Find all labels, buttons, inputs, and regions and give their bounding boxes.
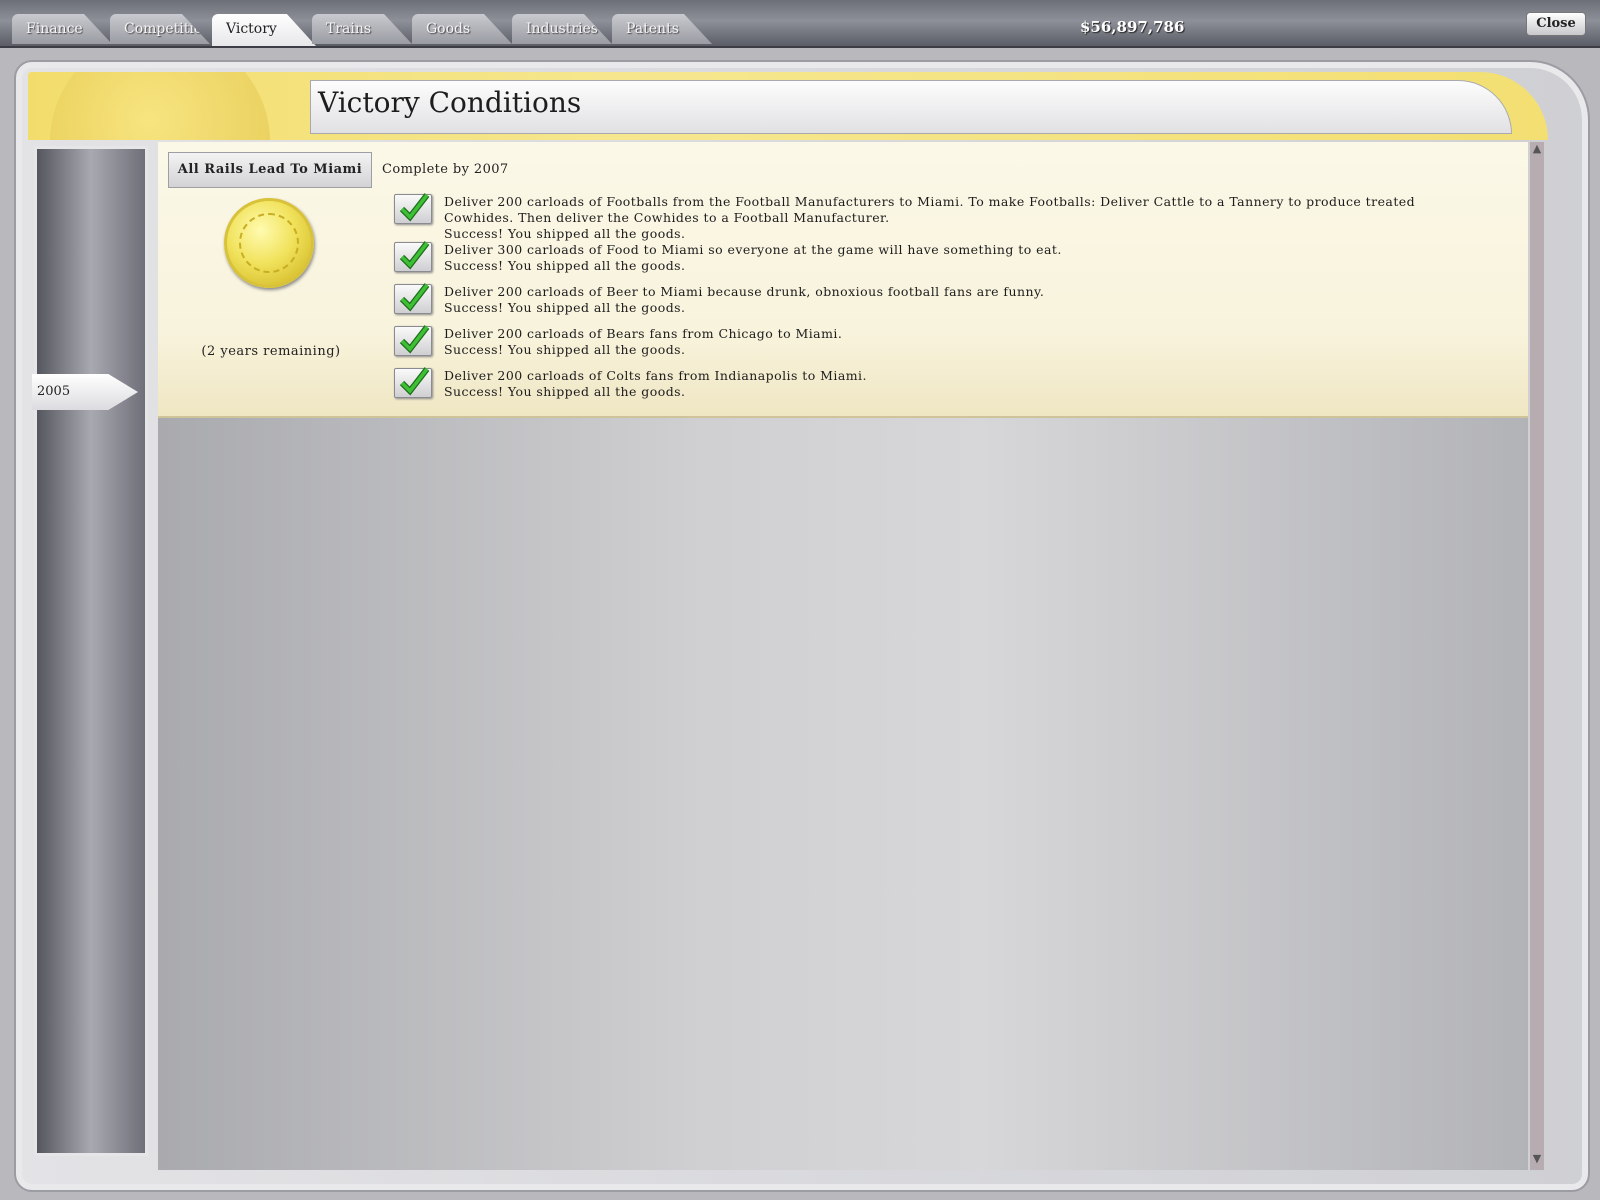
years-remaining: (2 years remaining) bbox=[201, 344, 341, 359]
year-timeline[interactable] bbox=[34, 146, 148, 1156]
condition-text: Deliver 200 carloads of Bears fans from … bbox=[444, 326, 1464, 358]
checkmark-icon bbox=[394, 283, 432, 314]
medal-watermark-icon bbox=[50, 72, 270, 140]
scenario-name-button[interactable]: All Rails Lead To Miami bbox=[168, 152, 372, 188]
condition-description: Deliver 300 carloads of Food to Miami so… bbox=[444, 242, 1062, 257]
tab-competition[interactable]: Competition bbox=[110, 14, 210, 44]
condition-description: Deliver 200 carloads of Colts fans from … bbox=[444, 368, 867, 383]
tab-goods[interactable]: Goods bbox=[412, 14, 512, 44]
gold-medal-icon bbox=[224, 198, 314, 288]
tab-patents[interactable]: Patents bbox=[612, 14, 712, 44]
checkmark-icon bbox=[394, 193, 432, 224]
tab-trains[interactable]: Trains bbox=[312, 14, 412, 44]
condition-status: Success! You shipped all the goods. bbox=[444, 342, 686, 357]
condition-text: Deliver 200 carloads of Footballs from t… bbox=[444, 194, 1464, 242]
condition-status: Success! You shipped all the goods. bbox=[444, 258, 686, 273]
tab-victory[interactable]: Victory bbox=[212, 14, 316, 46]
condition-text: Deliver 200 carloads of Beer to Miami be… bbox=[444, 284, 1464, 316]
scrollbar[interactable] bbox=[1530, 142, 1544, 1170]
condition-text: Deliver 300 carloads of Food to Miami so… bbox=[444, 242, 1464, 274]
condition-status: Success! You shipped all the goods. bbox=[444, 226, 686, 241]
condition-description: Deliver 200 carloads of Beer to Miami be… bbox=[444, 284, 1045, 299]
top-tab-bar: Finance Competition Victory Trains Goods… bbox=[0, 0, 1600, 48]
cash-balance: $56,897,786 bbox=[1080, 18, 1185, 36]
deadline-text: Complete by 2007 bbox=[382, 162, 509, 177]
condition-status: Success! You shipped all the goods. bbox=[444, 384, 686, 399]
medal-rim bbox=[239, 213, 299, 273]
condition-text: Deliver 200 carloads of Colts fans from … bbox=[444, 368, 1464, 400]
checkmark-icon bbox=[394, 241, 432, 272]
page-title: Victory Conditions bbox=[318, 86, 582, 119]
checkmark-icon bbox=[394, 325, 432, 356]
tab-finance[interactable]: Finance bbox=[12, 14, 112, 44]
close-button[interactable]: Close bbox=[1526, 12, 1586, 36]
checkmark-icon bbox=[394, 367, 432, 398]
scroll-down-icon[interactable]: ▼ bbox=[1530, 1152, 1544, 1166]
tab-industries[interactable]: Industries bbox=[512, 14, 612, 44]
scroll-up-icon[interactable]: ▲ bbox=[1530, 142, 1544, 156]
condition-status: Success! You shipped all the goods. bbox=[444, 300, 686, 315]
condition-description: Deliver 200 carloads of Footballs from t… bbox=[444, 194, 1416, 225]
condition-description: Deliver 200 carloads of Bears fans from … bbox=[444, 326, 843, 341]
